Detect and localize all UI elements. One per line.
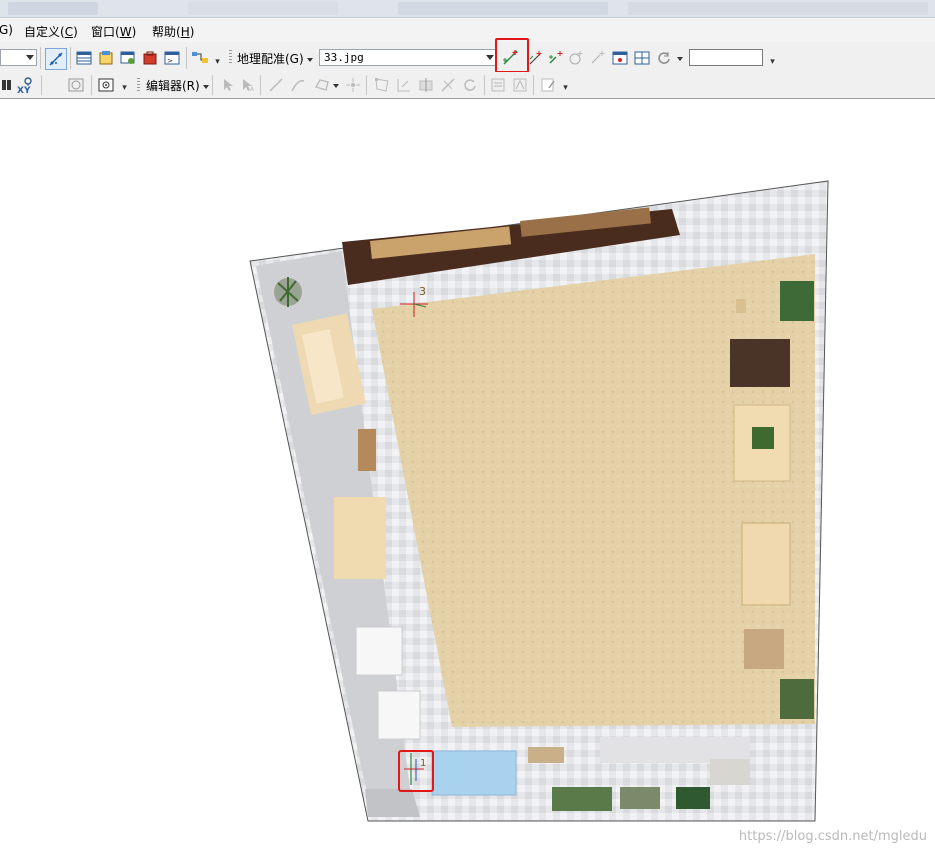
- construct-dropdown[interactable]: [330, 78, 339, 92]
- separator: [186, 47, 187, 69]
- link-points-icon[interactable]: [546, 48, 566, 68]
- dropdown-arrow-icon: [333, 83, 339, 88]
- separator: [260, 75, 261, 95]
- separator: [366, 75, 367, 95]
- catalog-icon[interactable]: [96, 48, 116, 68]
- time-slider-icon[interactable]: [66, 75, 86, 95]
- scale-combo[interactable]: [0, 49, 37, 66]
- select-features-icon[interactable]: [45, 48, 67, 70]
- separator: [70, 47, 71, 69]
- create-features-icon[interactable]: [538, 75, 558, 95]
- toolbar-overflow-icon[interactable]: ▾: [768, 54, 777, 70]
- point-icon[interactable]: [343, 75, 363, 95]
- model-builder-icon[interactable]: [190, 48, 210, 68]
- attributes-icon[interactable]: [488, 75, 508, 95]
- dropdown-arrow-icon: [486, 55, 494, 60]
- separator: [40, 47, 41, 69]
- browser-tab[interactable]: [628, 2, 928, 15]
- svg-text:XY: XY: [17, 86, 31, 94]
- dropdown-arrow-icon: [677, 56, 683, 61]
- dropdown-arrow-icon: [306, 57, 313, 62]
- editor-menu[interactable]: 编辑器(R): [146, 77, 209, 94]
- dropdown-arrow-icon: [26, 55, 34, 60]
- separator: [212, 75, 213, 95]
- georeferencing-menu[interactable]: 地理配准(G): [237, 50, 313, 67]
- window-tab-strip: [0, 0, 935, 18]
- scale-input[interactable]: [689, 49, 763, 66]
- shift-icon[interactable]: [588, 48, 608, 68]
- georeferenced-image: 3 1: [249, 180, 829, 822]
- xy-icon[interactable]: XY: [16, 75, 36, 95]
- cut-polygons-icon[interactable]: [416, 75, 436, 95]
- browser-tab[interactable]: [188, 2, 338, 15]
- menu-item-window[interactable]: 窗口(W): [91, 23, 136, 40]
- editor-toolbar-row: XY ▾ 编辑器(R) A ▾: [0, 72, 935, 99]
- toolbar-overflow-icon[interactable]: ▾: [120, 80, 129, 96]
- edit-tool-icon[interactable]: [218, 75, 238, 95]
- trace-icon[interactable]: [312, 75, 332, 95]
- edit-annotation-icon[interactable]: A: [238, 75, 258, 95]
- separator: [533, 75, 534, 95]
- watermark: https://blog.csdn.net/mgledu: [738, 829, 927, 844]
- toolbar-overflow-icon[interactable]: ▾: [561, 80, 570, 96]
- transformation-icon[interactable]: [632, 48, 652, 68]
- map-canvas[interactable]: 3 1 https://blog.csdn.net/mgledu: [0, 99, 935, 852]
- toolbox-icon[interactable]: [140, 48, 160, 68]
- search-window-icon[interactable]: [118, 48, 138, 68]
- split-icon[interactable]: [438, 75, 458, 95]
- georef-layer-select[interactable]: 33.jpg: [319, 49, 497, 66]
- edit-vertices-icon[interactable]: [372, 75, 392, 95]
- menu-bar: G) 自定义(C) 窗口(W) 帮助(H): [0, 18, 935, 42]
- separator: [91, 75, 92, 95]
- python-window-icon[interactable]: >: [162, 48, 182, 68]
- svg-text:A: A: [250, 86, 255, 92]
- toolbar-overflow-icon[interactable]: ▾: [213, 54, 222, 70]
- straight-segment-icon[interactable]: [266, 75, 286, 95]
- georeferencing-toolbar: > ▾ 地理配准(G) 33.jpg ▾: [0, 38, 935, 73]
- menu-item-help[interactable]: 帮助(H): [152, 23, 194, 40]
- zoom-window-icon[interactable]: [96, 75, 116, 95]
- separator: [41, 75, 42, 95]
- svg-text:>: >: [167, 57, 173, 65]
- toolbar-grip[interactable]: [137, 78, 140, 92]
- toolbar-grip[interactable]: [229, 50, 232, 64]
- svg-text:3: 3: [419, 285, 426, 298]
- browser-tab[interactable]: [398, 2, 608, 15]
- view-link-table-icon[interactable]: [610, 48, 630, 68]
- menu-item-georef-partial[interactable]: G): [0, 23, 13, 37]
- highlight-add-control-points: [495, 38, 529, 73]
- rotate-edit-icon[interactable]: [460, 75, 480, 95]
- reshape-icon[interactable]: [394, 75, 414, 95]
- auto-adjust-icon[interactable]: [526, 48, 546, 68]
- browser-tab[interactable]: [8, 2, 98, 15]
- table-icon[interactable]: [74, 48, 94, 68]
- endpoint-arc-icon[interactable]: [288, 75, 308, 95]
- refresh-icon[interactable]: [654, 48, 674, 68]
- svg-text:1: 1: [420, 758, 426, 769]
- dropdown-arrow-icon: [202, 84, 209, 89]
- separator: [484, 75, 485, 95]
- refresh-dropdown[interactable]: [674, 51, 683, 65]
- menu-item-customize[interactable]: 自定义(C): [24, 23, 78, 40]
- rotate-icon[interactable]: [566, 48, 586, 68]
- sketch-properties-icon[interactable]: [510, 75, 530, 95]
- find-icon[interactable]: [0, 75, 16, 95]
